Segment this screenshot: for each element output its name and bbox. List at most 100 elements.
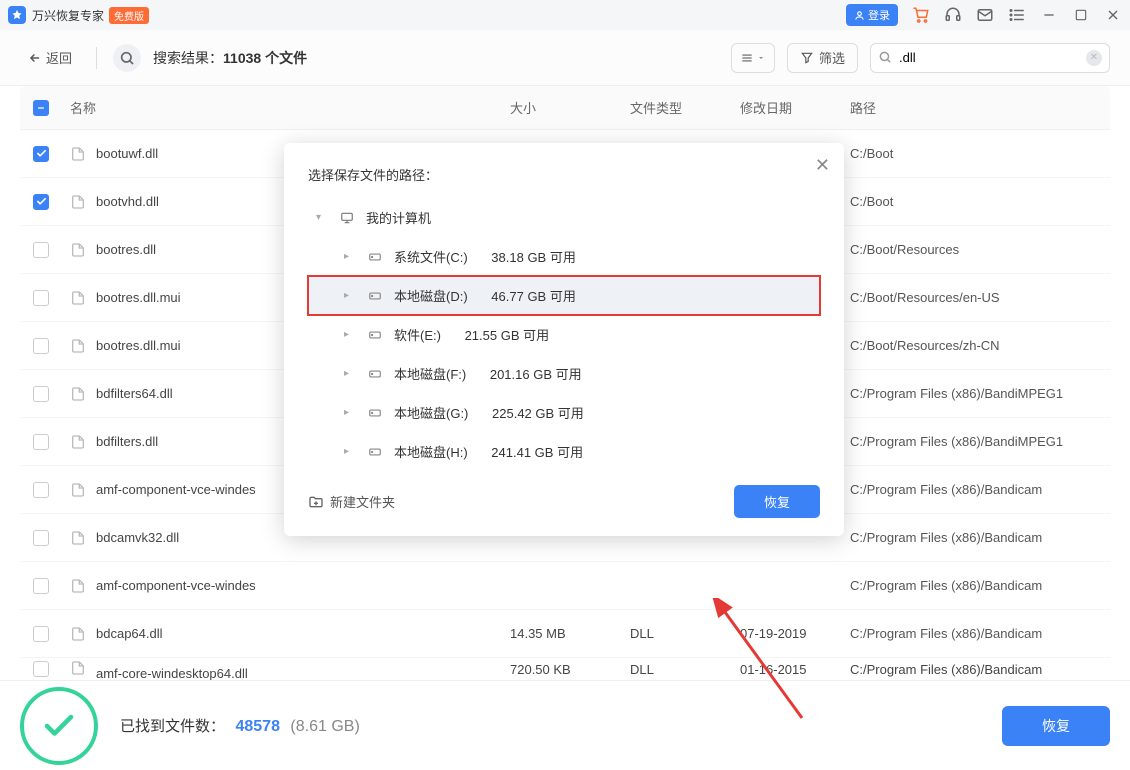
file-name: bootuwf.dll: [96, 146, 158, 161]
row-checkbox[interactable]: [33, 194, 49, 210]
drive-item[interactable]: ▸系统文件(C:) 38.18 GB 可用: [308, 237, 820, 276]
chevron-right-icon: ▸: [344, 407, 356, 418]
app-title: 万兴恢复专家: [32, 7, 104, 24]
cart-icon[interactable]: [912, 6, 930, 24]
file-path: C:/Program Files (x86)/Bandicam: [850, 482, 1110, 497]
close-window-icon[interactable]: [1104, 6, 1122, 24]
chevron-down-icon: ▾: [316, 212, 328, 223]
file-date: 07-19-2019: [740, 626, 850, 641]
row-checkbox[interactable]: [33, 146, 49, 162]
modal-recover-button[interactable]: 恢复: [734, 485, 820, 518]
file-path: C:/Program Files (x86)/Bandicam: [850, 662, 1110, 677]
drive-label: 系统文件(C:): [394, 247, 468, 266]
table-row[interactable]: amf-core-windesktop64.dll720.50 KBDLL01-…: [20, 658, 1110, 680]
drive-item[interactable]: ▸本地磁盘(D:) 46.77 GB 可用: [308, 276, 820, 315]
chevron-right-icon: ▸: [344, 368, 356, 379]
drive-label: 本地磁盘(G:): [394, 403, 468, 422]
filter-button[interactable]: 筛选: [787, 43, 858, 73]
file-path: C:/Boot/Resources/en-US: [850, 290, 1110, 305]
file-name: bootres.dll.mui: [96, 338, 181, 353]
view-toggle[interactable]: [731, 43, 775, 73]
row-checkbox[interactable]: [33, 338, 49, 354]
drive-free: 241.41 GB 可用: [491, 442, 583, 461]
table-header: 名称 大小 文件类型 修改日期 路径: [20, 86, 1110, 130]
table-row[interactable]: amf-component-vce-windes C:/Program Files…: [20, 562, 1110, 610]
chevron-right-icon: ▸: [344, 329, 356, 340]
tree-root[interactable]: ▾ 我的计算机: [308, 198, 820, 237]
save-path-modal: ✕ 选择保存文件的路径： ▾ 我的计算机 ▸系统文件(C:) 38.18 GB …: [284, 143, 844, 536]
disk-icon: [366, 367, 384, 381]
file-icon: [70, 144, 86, 164]
file-path: C:/Boot/Resources/zh-CN: [850, 338, 1110, 353]
row-checkbox[interactable]: [33, 482, 49, 498]
file-path: C:/Boot/Resources: [850, 242, 1110, 257]
row-checkbox[interactable]: [33, 242, 49, 258]
modal-footer: 新建文件夹 恢复: [284, 471, 844, 518]
login-button[interactable]: 登录: [846, 4, 898, 26]
new-folder-button[interactable]: 新建文件夹: [308, 492, 395, 511]
back-button[interactable]: 返回: [20, 44, 80, 71]
file-name: amf-component-vce-windes: [96, 578, 256, 593]
modal-close-icon[interactable]: ✕: [815, 155, 830, 176]
titlebar: 万兴恢复专家 免费版 登录: [0, 0, 1130, 30]
table-row[interactable]: bdcap64.dll14.35 MBDLL07-19-2019C:/Progr…: [20, 610, 1110, 658]
drive-free: 225.42 GB 可用: [492, 403, 584, 422]
file-date: 01-16-2015: [740, 662, 850, 677]
headset-icon[interactable]: [944, 6, 962, 24]
col-path[interactable]: 路径: [850, 98, 1110, 117]
file-name: bdfilters64.dll: [96, 386, 173, 401]
file-name: amf-component-vce-windes: [96, 482, 256, 497]
file-path: C:/Program Files (x86)/Bandicam: [850, 530, 1110, 545]
file-icon: [70, 658, 86, 678]
select-all-checkbox[interactable]: [33, 100, 49, 116]
free-badge: 免费版: [109, 7, 149, 24]
app-logo: [8, 6, 26, 24]
disk-icon: [366, 406, 384, 420]
search-input[interactable]: [870, 43, 1110, 73]
drive-free: 21.55 GB 可用: [465, 325, 550, 344]
drive-label: 本地磁盘(D:): [394, 286, 468, 305]
chevron-right-icon: ▸: [344, 446, 356, 457]
disk-icon: [366, 250, 384, 264]
chevron-right-icon: ▸: [344, 251, 356, 262]
file-icon: [70, 624, 86, 644]
scan-complete-icon: [20, 687, 98, 765]
col-name[interactable]: 名称: [62, 98, 510, 117]
col-date[interactable]: 修改日期: [740, 98, 850, 117]
computer-icon: [338, 211, 356, 225]
list-icon[interactable]: [1008, 6, 1026, 24]
row-checkbox[interactable]: [33, 386, 49, 402]
root-label: 我的计算机: [366, 208, 431, 227]
drive-item[interactable]: ▸软件(E:) 21.55 GB 可用: [308, 315, 820, 354]
row-checkbox[interactable]: [33, 434, 49, 450]
drive-tree: ▾ 我的计算机 ▸系统文件(C:) 38.18 GB 可用▸本地磁盘(D:) 4…: [308, 198, 820, 471]
file-icon: [70, 288, 86, 308]
row-checkbox[interactable]: [33, 530, 49, 546]
file-path: C:/Boot: [850, 146, 1110, 161]
file-path: C:/Boot: [850, 194, 1110, 209]
drive-item[interactable]: ▸本地磁盘(H:) 241.41 GB 可用: [308, 432, 820, 471]
minimize-icon[interactable]: [1040, 6, 1058, 24]
row-checkbox[interactable]: [33, 661, 49, 677]
recover-button[interactable]: 恢复: [1002, 706, 1110, 746]
col-type[interactable]: 文件类型: [630, 98, 740, 117]
file-path: C:/Program Files (x86)/Bandicam: [850, 578, 1110, 593]
row-checkbox[interactable]: [33, 290, 49, 306]
row-checkbox[interactable]: [33, 626, 49, 642]
divider: [96, 47, 97, 69]
disk-icon: [366, 328, 384, 342]
drive-item[interactable]: ▸ 本地磁盘(G:) 225.42 GB 可用: [308, 393, 820, 432]
row-checkbox[interactable]: [33, 578, 49, 594]
clear-search-icon[interactable]: ✕: [1086, 50, 1102, 66]
file-icon: [70, 480, 86, 500]
file-name: bootres.dll.mui: [96, 290, 181, 305]
file-name: bdcap64.dll: [96, 626, 163, 641]
drive-item[interactable]: ▸本地磁盘(F:) 201.16 GB 可用: [308, 354, 820, 393]
file-path: C:/Program Files (x86)/BandiMPEG1: [850, 434, 1110, 449]
file-size: 720.50 KB: [510, 662, 630, 677]
maximize-icon[interactable]: [1072, 6, 1090, 24]
file-path: C:/Program Files (x86)/BandiMPEG1: [850, 386, 1110, 401]
file-icon: [70, 384, 86, 404]
col-size[interactable]: 大小: [510, 98, 630, 117]
mail-icon[interactable]: [976, 6, 994, 24]
